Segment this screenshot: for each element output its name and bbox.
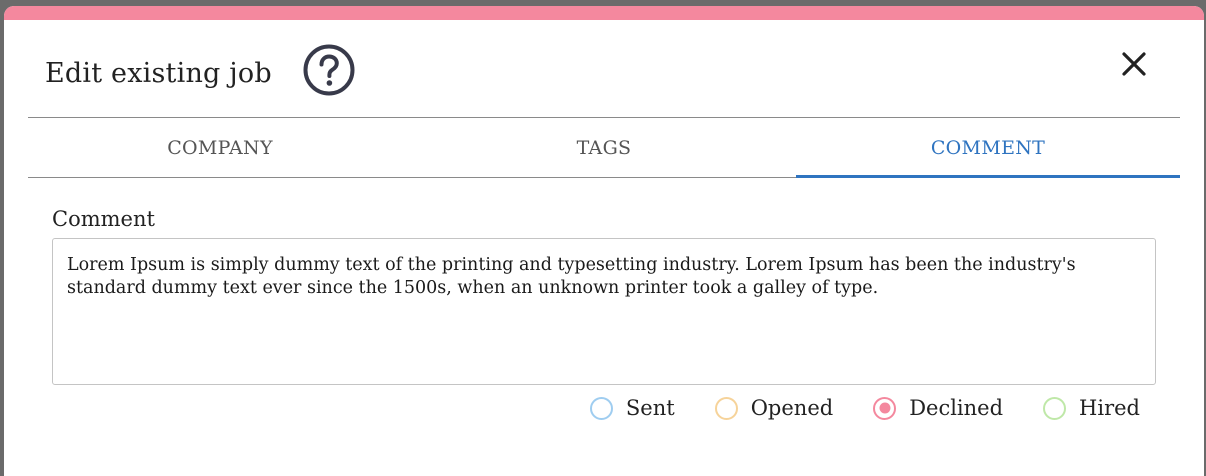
radio-sent-circle[interactable] [589, 396, 613, 420]
radio-declined-circle[interactable] [873, 396, 897, 420]
radio-hired-circle[interactable] [1043, 396, 1067, 420]
tab-bar: COMPANY TAGS COMMENT [28, 118, 1180, 178]
edit-job-dialog: Edit existing job COMPANY TAGS COMMENT C… [4, 6, 1204, 476]
radio-declined[interactable]: Declined [873, 396, 1003, 420]
radio-opened[interactable]: Opened [714, 396, 834, 420]
comment-textarea[interactable] [52, 238, 1156, 385]
radio-hired-label: Hired [1079, 396, 1140, 420]
tab-company[interactable]: COMPANY [28, 118, 412, 178]
radio-selected-dot [879, 402, 891, 414]
radio-hired[interactable]: Hired [1043, 396, 1140, 420]
dialog-title: Edit existing job [45, 58, 272, 89]
comment-label: Comment [52, 207, 155, 231]
radio-declined-label: Declined [909, 396, 1004, 420]
active-tab-indicator [796, 175, 1180, 178]
radio-sent[interactable]: Sent [589, 396, 675, 420]
radio-sent-label: Sent [625, 396, 675, 420]
question-circle-icon[interactable] [302, 43, 356, 97]
tab-comment[interactable]: COMMENT [796, 118, 1180, 178]
close-x-icon[interactable] [1118, 48, 1150, 80]
dialog-accent-bar [4, 6, 1204, 20]
radio-opened-label: Opened [750, 396, 834, 420]
radio-opened-circle[interactable] [714, 396, 738, 420]
status-radio-group: Sent Opened Declined Hired [589, 396, 1140, 420]
tab-tags[interactable]: TAGS [412, 118, 796, 178]
